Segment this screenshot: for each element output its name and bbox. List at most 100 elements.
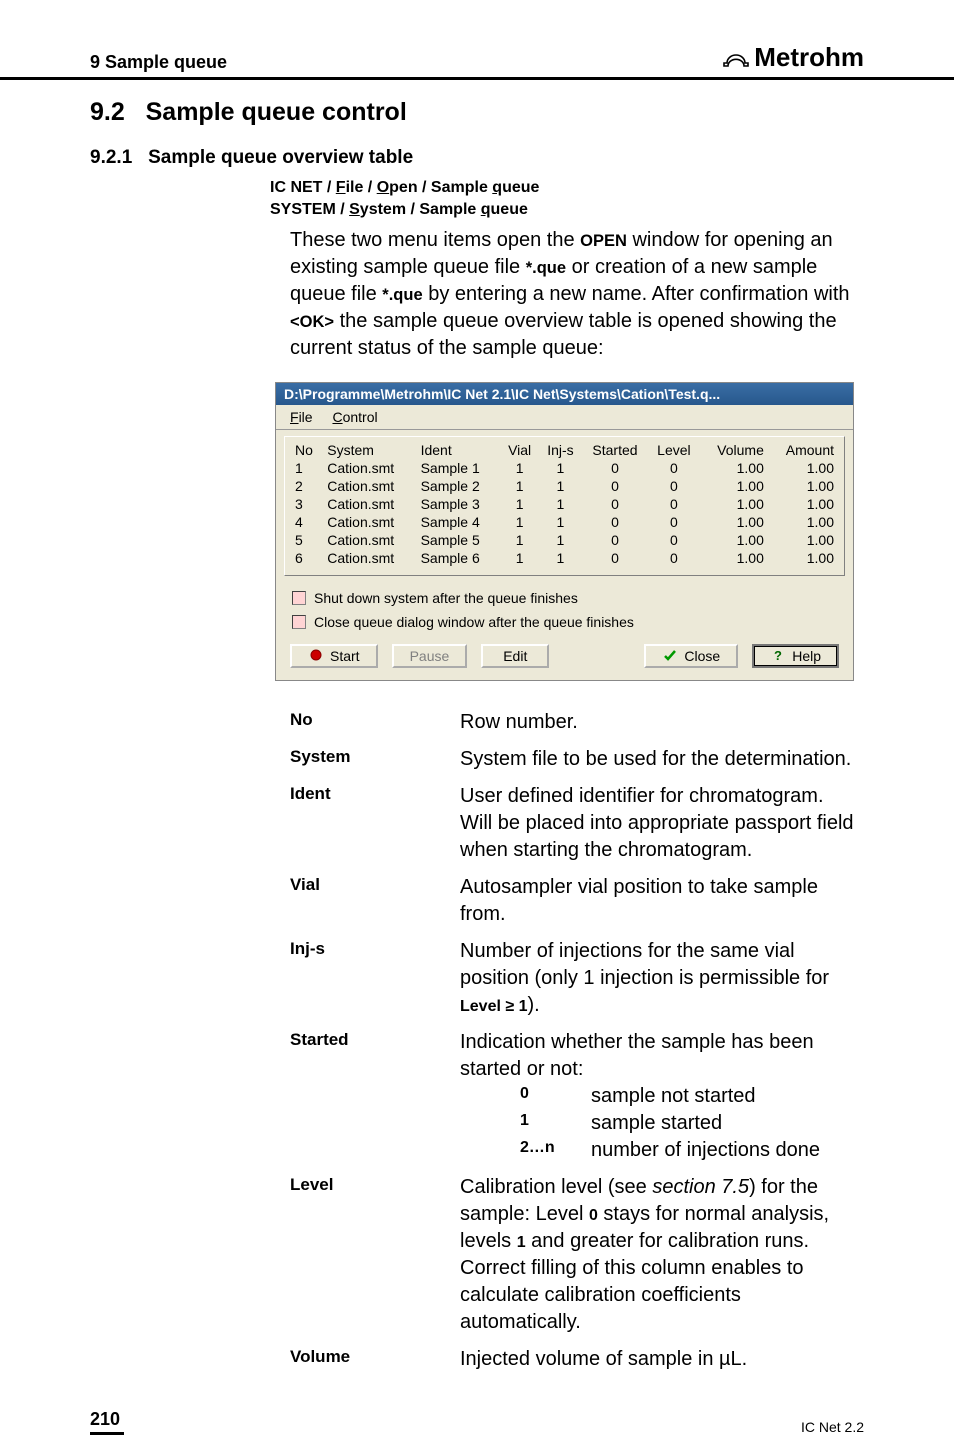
definition-row: StartedIndication whether the sample has… xyxy=(290,1029,854,1164)
cell-volume: 1.00 xyxy=(700,513,768,531)
cell-started: 0 xyxy=(582,531,648,549)
col-started: Started xyxy=(582,441,648,459)
close-button[interactable]: Close xyxy=(644,644,738,668)
col-volume: Volume xyxy=(700,441,768,459)
cell-level: 0 xyxy=(648,513,700,531)
help-icon: ? xyxy=(770,648,786,664)
checkbox-shutdown[interactable] xyxy=(292,591,306,605)
definition-term: System xyxy=(290,746,440,773)
cell-ident: Sample 2 xyxy=(417,477,501,495)
cell-system: Cation.smt xyxy=(323,549,416,567)
definition-term: Started xyxy=(290,1029,440,1164)
definition-text: Autosampler vial position to take sample… xyxy=(460,874,854,928)
cell-injs: 1 xyxy=(539,477,582,495)
checkbox-closequeue-row: Close queue dialog window after the queu… xyxy=(276,610,853,634)
cell-vial: 1 xyxy=(500,513,539,531)
cell-started: 0 xyxy=(582,549,648,567)
definition-term: Volume xyxy=(290,1346,440,1373)
omega-icon xyxy=(722,46,750,70)
edit-button[interactable]: Edit xyxy=(481,644,549,668)
menu-file[interactable]: File xyxy=(282,407,321,427)
cell-ident: Sample 5 xyxy=(417,531,501,549)
page-footer: 210 IC Net 2.2 xyxy=(0,1389,954,1435)
col-ident: Ident xyxy=(417,441,501,459)
cell-no: 2 xyxy=(291,477,323,495)
cell-volume: 1.00 xyxy=(700,495,768,513)
table-row[interactable]: 1Cation.smtSample 111001.001.00 xyxy=(291,459,838,477)
page-number: 210 xyxy=(90,1409,124,1435)
cell-vial: 1 xyxy=(500,477,539,495)
definition-subline: 2…nnumber of injections done xyxy=(520,1137,854,1164)
menu-path-1: IC NET / File / Open / Sample queue xyxy=(0,179,954,197)
subsection-heading: 9.2.1 Sample queue overview table xyxy=(0,147,954,169)
definition-text: Indication whether the sample has been s… xyxy=(460,1029,854,1164)
definition-subline: 0sample not started xyxy=(520,1083,854,1110)
chapter-label: 9 Sample queue xyxy=(90,52,227,73)
cell-amount: 1.00 xyxy=(768,531,838,549)
cell-injs: 1 xyxy=(539,531,582,549)
col-amount: Amount xyxy=(768,441,838,459)
col-injs: Inj-s xyxy=(539,441,582,459)
sample-queue-window: D:\Programme\Metrohm\IC Net 2.1\IC Net\S… xyxy=(275,382,854,681)
definition-term: Ident xyxy=(290,783,440,864)
cell-system: Cation.smt xyxy=(323,477,416,495)
cell-amount: 1.00 xyxy=(768,477,838,495)
checkbox-closequeue-label: Close queue dialog window after the queu… xyxy=(314,614,634,630)
cell-ident: Sample 1 xyxy=(417,459,501,477)
cell-system: Cation.smt xyxy=(323,459,416,477)
cell-started: 0 xyxy=(582,477,648,495)
definition-row: LevelCalibration level (see section 7.5)… xyxy=(290,1174,854,1336)
cell-amount: 1.00 xyxy=(768,495,838,513)
cell-vial: 1 xyxy=(500,459,539,477)
cell-injs: 1 xyxy=(539,549,582,567)
cell-volume: 1.00 xyxy=(700,531,768,549)
definition-row: Vial Autosampler vial position to take sa… xyxy=(290,874,854,928)
window-title-bar[interactable]: D:\Programme\Metrohm\IC Net 2.1\IC Net\S… xyxy=(276,383,853,405)
cell-injs: 1 xyxy=(539,495,582,513)
definition-term: Vial xyxy=(290,874,440,928)
help-button[interactable]: ? Help xyxy=(752,644,839,668)
definition-term: Level xyxy=(290,1174,440,1336)
definition-row: NoRow number. xyxy=(290,709,854,736)
col-vial: Vial xyxy=(500,441,539,459)
cell-volume: 1.00 xyxy=(700,477,768,495)
cell-no: 5 xyxy=(291,531,323,549)
table-row[interactable]: 6Cation.smtSample 611001.001.00 xyxy=(291,549,838,567)
cell-amount: 1.00 xyxy=(768,459,838,477)
table-row[interactable]: 2Cation.smtSample 211001.001.00 xyxy=(291,477,838,495)
check-icon xyxy=(662,648,678,664)
cell-vial: 1 xyxy=(500,495,539,513)
table-row[interactable]: 5Cation.smtSample 511001.001.00 xyxy=(291,531,838,549)
queue-table: No System Ident Vial Inj-s Started Level… xyxy=(291,441,838,567)
table-header-row: No System Ident Vial Inj-s Started Level… xyxy=(291,441,838,459)
col-no: No xyxy=(291,441,323,459)
section-heading: 9.2 Sample queue control xyxy=(0,98,954,127)
table-row[interactable]: 3Cation.smtSample 311001.001.00 xyxy=(291,495,838,513)
window-menu-bar: File Control xyxy=(276,405,853,430)
definition-row: IdentUser defined identifier for chromat… xyxy=(290,783,854,864)
menu-control[interactable]: Control xyxy=(324,407,385,427)
col-level: Level xyxy=(648,441,700,459)
definition-term: Inj-s xyxy=(290,938,440,1019)
cell-started: 0 xyxy=(582,513,648,531)
intro-paragraph: These two menu items open the OPEN windo… xyxy=(0,227,954,362)
cell-started: 0 xyxy=(582,495,648,513)
start-button[interactable]: Start xyxy=(290,644,378,668)
button-row: Start Pause Edit Close ? Help xyxy=(276,634,853,680)
table-row[interactable]: 4Cation.smtSample 411001.001.00 xyxy=(291,513,838,531)
cell-system: Cation.smt xyxy=(323,495,416,513)
col-system: System xyxy=(323,441,416,459)
cell-injs: 1 xyxy=(539,459,582,477)
definition-subline: 1sample started xyxy=(520,1110,854,1137)
cell-started: 0 xyxy=(582,459,648,477)
cell-ident: Sample 3 xyxy=(417,495,501,513)
cell-no: 3 xyxy=(291,495,323,513)
checkbox-closequeue[interactable] xyxy=(292,615,306,629)
definition-text: System file to be used for the determina… xyxy=(460,746,854,773)
product-name: IC Net 2.2 xyxy=(801,1419,864,1435)
page-header: 9 Sample queue Metrohm xyxy=(0,0,954,80)
cell-vial: 1 xyxy=(500,549,539,567)
cell-system: Cation.smt xyxy=(323,513,416,531)
definition-text: Injected volume of sample in µL. xyxy=(460,1346,854,1373)
menu-path-2: SYSTEM / System / Sample queue xyxy=(0,201,954,219)
